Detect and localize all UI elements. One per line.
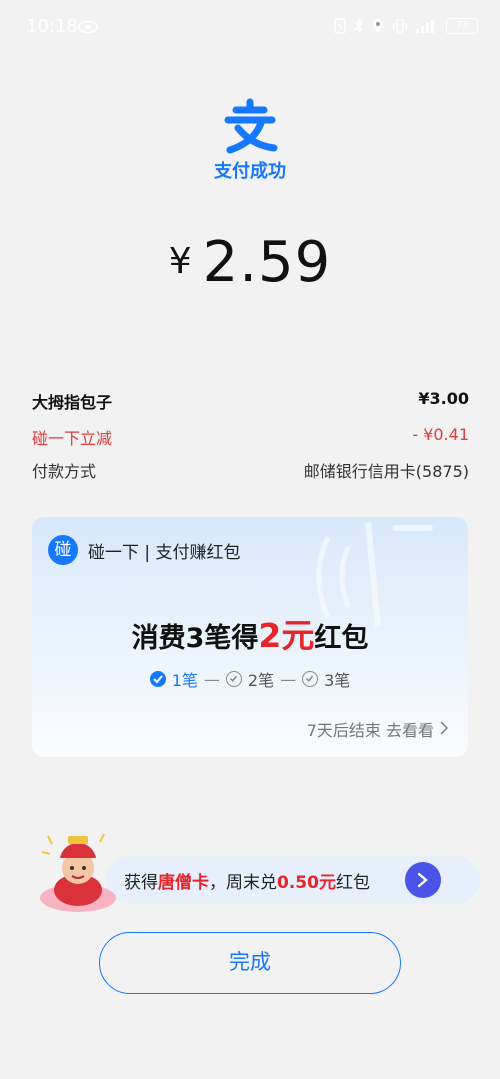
signal-icon xyxy=(416,19,438,33)
promo-footer-text: 7天后结束 去看看 xyxy=(306,721,434,740)
check-done-icon xyxy=(149,671,166,687)
promo-badge: 碰 xyxy=(48,535,78,565)
promo-headline-suffix: 红包 xyxy=(314,623,369,654)
step-label: 2笔 xyxy=(247,671,275,690)
check-pending-icon xyxy=(302,671,319,687)
amount-value: 2.59 xyxy=(202,230,332,295)
payment-success-label: 支付成功 xyxy=(214,161,286,182)
promo-steps: 1笔 — 2笔 — 3笔 xyxy=(32,667,468,691)
done-button[interactable]: 完成 xyxy=(99,932,401,994)
banner-middle: ，周末兑 xyxy=(209,873,277,893)
payment-method-label: 付款方式 xyxy=(32,462,97,481)
banner-prefix: 获得 xyxy=(124,873,158,893)
step-separator: — xyxy=(280,669,297,689)
currency-symbol: ¥ xyxy=(168,241,193,282)
location-icon xyxy=(372,18,384,34)
check-pending-icon xyxy=(225,671,242,687)
promo-headline-amount: 2元 xyxy=(258,616,315,655)
eye-icon xyxy=(78,19,98,38)
discount-label: 碰一下立减 xyxy=(32,429,113,448)
merchant-amount: ¥3.00 xyxy=(418,389,469,408)
payment-method-value: 邮储银行信用卡(5875) xyxy=(303,462,469,481)
banner-arrow-button[interactable] xyxy=(405,862,441,898)
step-label: 3笔 xyxy=(324,671,351,690)
banner-suffix: 红包 xyxy=(335,873,370,893)
promo-headline: 消费3笔得2元红包 xyxy=(32,609,468,657)
alipay-logo-icon xyxy=(222,98,278,154)
vibrate-icon xyxy=(392,18,408,34)
promo-card[interactable]: 碰 碰一下 | 支付赚红包 消费3笔得2元红包 1笔 — 2笔 — 3笔 7天后… xyxy=(32,517,468,757)
status-icons: 73 xyxy=(334,18,478,34)
step-label: 1笔 xyxy=(171,671,198,690)
reward-banner[interactable]: 获得唐僧卡，周末兑0.50元红包 xyxy=(34,828,480,914)
status-bar: 10:18 73 xyxy=(0,0,500,58)
discount-row: 碰一下立减 - ¥0.41 xyxy=(32,425,469,449)
bluetooth-icon xyxy=(354,18,364,34)
payment-method-row: 付款方式 邮储银行信用卡(5875) xyxy=(32,458,469,482)
banner-card-name: 唐僧卡 xyxy=(158,873,209,893)
promo-headline-prefix: 消费3笔得 xyxy=(131,623,259,654)
battery-icon: 73 xyxy=(446,18,478,34)
status-time: 10:18 xyxy=(26,16,78,37)
merchant-row: 大拇指包子 ¥3.00 xyxy=(32,389,469,413)
payment-amount: ¥2.59 xyxy=(0,230,500,295)
nfc-icon xyxy=(334,18,346,34)
banner-text: 获得唐僧卡，周末兑0.50元红包 xyxy=(124,868,370,893)
banner-amount: 0.50元 xyxy=(277,873,336,893)
discount-amount: - ¥0.41 xyxy=(412,425,469,444)
step-separator: — xyxy=(203,669,220,689)
mascot-icon xyxy=(34,828,124,914)
promo-view-link[interactable]: 7天后结束 去看看 xyxy=(306,717,449,741)
merchant-name: 大拇指包子 xyxy=(32,393,113,412)
promo-title: 碰一下 | 支付赚红包 xyxy=(88,543,241,563)
chevron-right-icon xyxy=(440,720,449,739)
